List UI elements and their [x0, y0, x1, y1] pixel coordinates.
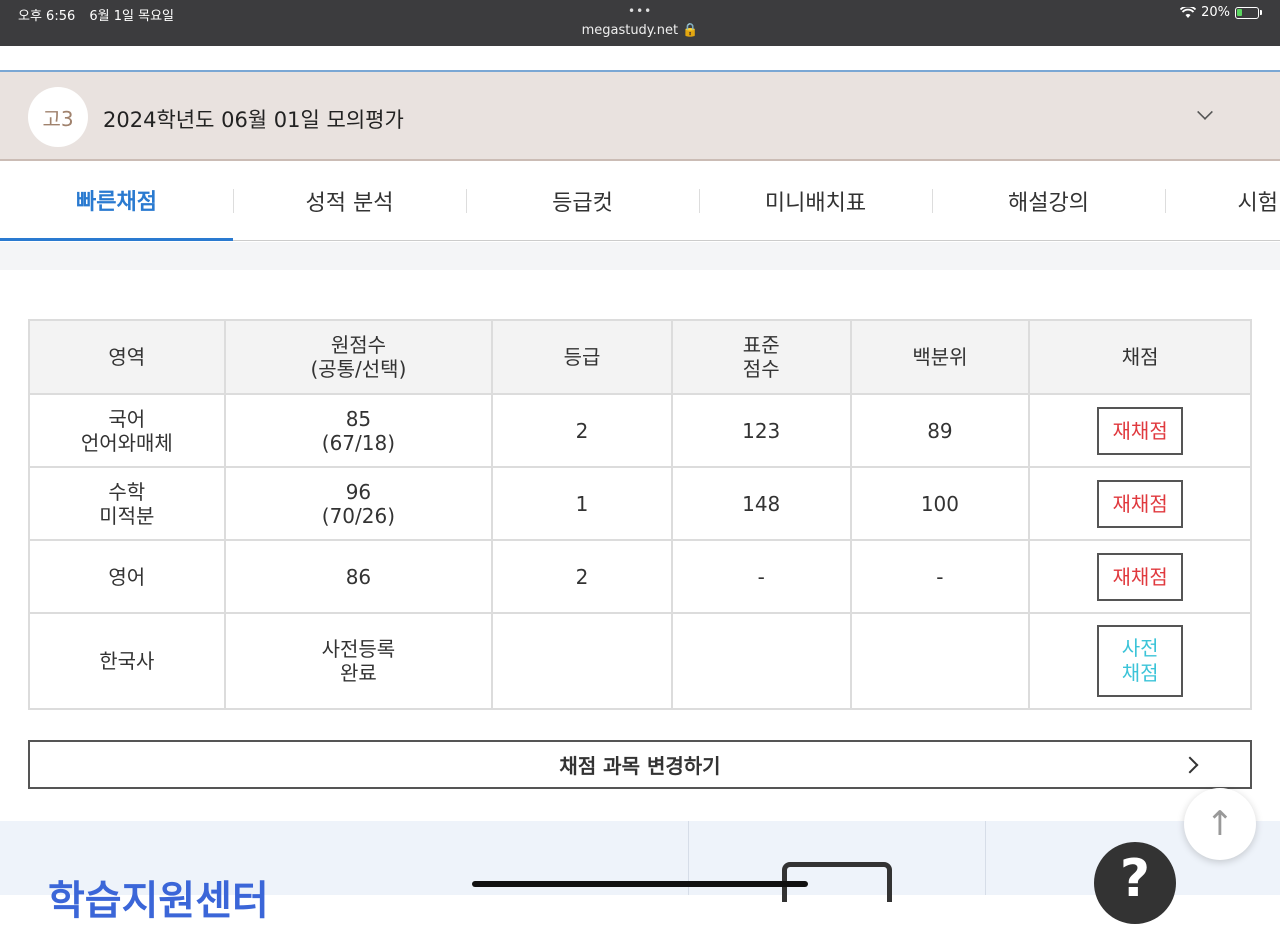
area-elective: 미적분 [99, 503, 155, 528]
raw-total: 85 [345, 406, 372, 431]
cell-action: 재채점 [1028, 393, 1252, 468]
header-grade: 등급 [491, 319, 673, 395]
rescore-button[interactable]: 재채점 [1097, 552, 1184, 601]
scroll-top-button[interactable]: ↑ [1184, 788, 1256, 860]
pre-scoring-button[interactable]: 사전 채점 [1097, 625, 1184, 697]
cell-percentile: 100 [849, 466, 1031, 541]
tab-score-analysis[interactable]: 성적 분석 [233, 161, 466, 241]
status-time-date: 오후 6:56 6월 1일 목요일 [18, 5, 184, 24]
pre-scoring-line2: 채점 [1121, 661, 1159, 685]
header-std-line1: 표준 [742, 333, 780, 357]
status-date: 6월 1일 목요일 [89, 9, 174, 24]
header-standard-score: 표준 점수 [670, 319, 852, 395]
address-url[interactable]: megastudy.net 🔒 [0, 23, 1280, 38]
cell-action: 사전 채점 [1028, 612, 1252, 710]
rescore-button[interactable]: 재채점 [1097, 479, 1184, 528]
support-divider [985, 821, 986, 895]
area-name: 국어 [108, 406, 146, 431]
table-row: 수학 미적분 96 (70/26) 1 148 100 재채점 [28, 466, 1252, 541]
pre-scoring-line1: 사전 [1121, 636, 1159, 660]
change-subjects-button[interactable]: 채점 과목 변경하기 [28, 740, 1252, 789]
status-time: 오후 6:56 [18, 9, 76, 24]
cell-grade: 1 [491, 466, 673, 541]
raw-total: 96 [345, 479, 372, 504]
header-std-line2: 점수 [742, 357, 780, 381]
header-area: 영역 [28, 319, 226, 395]
tab-exam[interactable]: 시험 [1165, 161, 1280, 241]
cell-area: 수학 미적분 [28, 466, 226, 541]
raw-breakdown: (70/26) [321, 503, 396, 528]
home-indicator[interactable] [472, 881, 808, 887]
learning-support-center-title[interactable]: 학습지원센터 [48, 868, 269, 926]
header-raw-line2: (공통/선택) [310, 357, 407, 381]
header-percentile: 백분위 [849, 319, 1031, 395]
registration-status-line2: 완료 [340, 661, 377, 685]
tab-bar: 빠른채점 성적 분석 등급컷 미니배치표 해설강의 시험 [0, 161, 1280, 241]
status-bar: 오후 6:56 6월 1일 목요일 ••• megastudy.net 🔒 20… [0, 0, 1280, 46]
cell-grade: 2 [491, 393, 673, 468]
cell-percentile: - [849, 539, 1031, 614]
change-subjects-label: 채점 과목 변경하기 [559, 754, 721, 778]
cell-standard-score: - [670, 539, 852, 614]
table-row: 한국사 사전등록 완료 사전 채점 [28, 612, 1252, 710]
rescore-button[interactable]: 재채점 [1097, 406, 1184, 455]
arrow-up-icon: ↑ [1205, 804, 1235, 844]
cell-raw-score: 96 (70/26) [223, 466, 494, 541]
cell-raw-score: 85 (67/18) [223, 393, 494, 468]
browser-menu-dots[interactable]: ••• [628, 4, 652, 18]
registration-status: 사전등록 [321, 637, 396, 661]
cell-percentile: 89 [849, 393, 1031, 468]
table-header-row: 영역 원점수 (공통/선택) 등급 표준 점수 백분위 채점 [28, 319, 1252, 395]
battery-charging-icon [1235, 6, 1259, 19]
cell-raw-score: 사전등록 완료 [223, 612, 494, 710]
cell-area: 국어 언어와매체 [28, 393, 226, 468]
battery-percent: 20% [1201, 5, 1230, 20]
score-table: 영역 원점수 (공통/선택) 등급 표준 점수 백분위 채점 국어 언어와매체 … [28, 319, 1252, 710]
help-icon[interactable]: ? [1094, 842, 1176, 924]
tab-explanation-lecture[interactable]: 해설강의 [932, 161, 1165, 241]
section-spacer [0, 242, 1280, 270]
table-row: 영어 86 2 - - 재채점 [28, 539, 1252, 614]
grade-badge: 고3 [28, 87, 88, 147]
cell-percentile [849, 612, 1031, 710]
header-raw-score: 원점수 (공통/선택) [223, 319, 494, 395]
chevron-down-icon[interactable] [1197, 104, 1213, 120]
table-row: 국어 언어와매체 85 (67/18) 2 123 89 재채점 [28, 393, 1252, 468]
exam-title: 2024학년도 06월 01일 모의평가 [103, 108, 404, 132]
exam-selector[interactable]: 고3 2024학년도 06월 01일 모의평가 [0, 72, 1280, 161]
cell-standard-score: 123 [670, 393, 852, 468]
chevron-right-icon [1181, 756, 1199, 774]
tab-quick-scoring[interactable]: 빠른채점 [0, 161, 233, 241]
cell-action: 재채점 [1028, 466, 1252, 541]
header-scoring: 채점 [1028, 319, 1252, 395]
cell-standard-score: 148 [670, 466, 852, 541]
area-name: 수학 [108, 479, 146, 504]
cell-standard-score [670, 612, 852, 710]
cell-grade: 2 [491, 539, 673, 614]
tab-mini-placement[interactable]: 미니배치표 [699, 161, 932, 241]
raw-breakdown: (67/18) [321, 430, 396, 455]
battery-tip [1260, 10, 1262, 15]
header-raw-line1: 원점수 [330, 333, 387, 357]
tab-grade-cut[interactable]: 등급컷 [466, 161, 699, 241]
cell-raw-score: 86 [223, 539, 494, 614]
cell-grade [491, 612, 673, 710]
cell-area: 한국사 [28, 612, 226, 710]
area-elective: 언어와매체 [80, 430, 173, 455]
cell-area: 영어 [28, 539, 226, 614]
cell-action: 재채점 [1028, 539, 1252, 614]
wifi-icon [1180, 6, 1197, 18]
status-right: 20% [1180, 5, 1262, 20]
